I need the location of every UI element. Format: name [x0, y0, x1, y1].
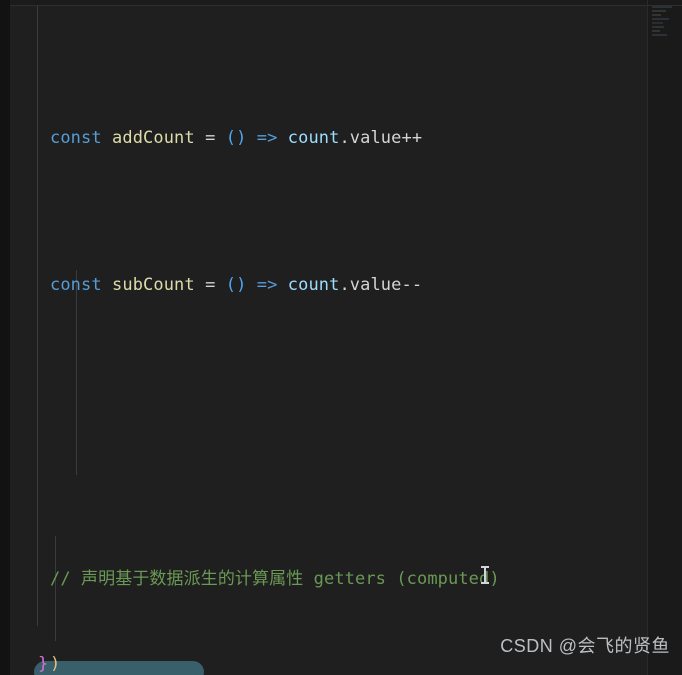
token-var-count: count	[287, 274, 340, 295]
token-paren-empty: ()	[225, 127, 247, 148]
token-comment-getters: 声明基于数据派生的计算属性 getters (computed)	[81, 568, 500, 589]
token-comment-slashes: //	[50, 568, 71, 589]
token-assign: =	[205, 274, 216, 295]
text-cursor-icon	[481, 566, 489, 584]
token-brace-close-last: }	[38, 654, 49, 674]
code-line-blank[interactable]	[10, 418, 647, 447]
csdn-watermark: CSDN @会飞的贤鱼	[500, 636, 670, 656]
token-assign: =	[205, 127, 216, 148]
token-paren-close-last: )	[50, 654, 61, 674]
token-prop-value: .value	[339, 127, 402, 148]
editor-gutter	[0, 0, 10, 675]
editor-screenshot: const addCount = () => count.value++ con…	[0, 0, 682, 675]
code-line[interactable]: const addCount = () => count.value++	[10, 124, 647, 153]
code-line[interactable]: const subCount = () => count.value--	[10, 271, 647, 300]
token-fn-addcount: addCount	[112, 127, 195, 148]
token-decrement: --	[401, 274, 423, 295]
minimap-content	[652, 6, 672, 52]
editor-minimap-scrollbar[interactable]	[647, 0, 682, 675]
token-paren-empty: ()	[225, 274, 247, 295]
code-editor-pane[interactable]: const addCount = () => count.value++ con…	[10, 0, 647, 675]
token-arrow: =>	[256, 274, 278, 295]
code-line[interactable]: // 声明基于数据派生的计算属性 getters (computed)	[10, 565, 647, 594]
token-prop-value: .value	[339, 274, 402, 295]
token-fn-subcount: subCount	[112, 274, 195, 295]
token-var-count: count	[287, 127, 340, 148]
token-increment: ++	[401, 127, 423, 148]
token-keyword-const: const	[50, 274, 102, 295]
token-arrow: =>	[256, 127, 278, 148]
token-keyword-const: const	[50, 127, 102, 148]
code-lines[interactable]: const addCount = () => count.value++ con…	[10, 0, 647, 675]
viewport-top-separator	[10, 5, 682, 6]
